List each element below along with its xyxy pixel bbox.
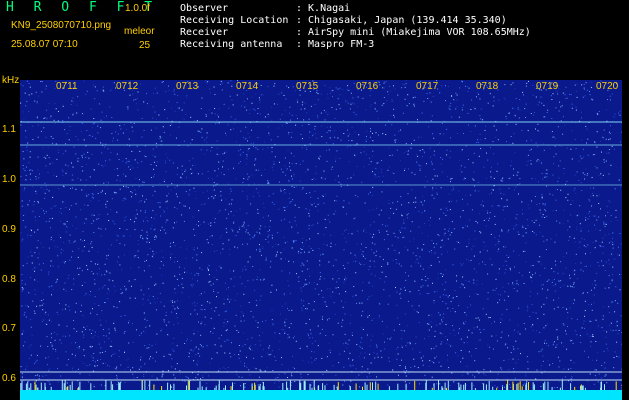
y-tick-0-8: 0.8	[2, 274, 16, 285]
bottom-spikes	[20, 380, 622, 390]
x-tick-0719: 0719	[536, 81, 559, 92]
receiver-label: Receiver	[180, 27, 229, 38]
y-tick-0-7: 0.7	[2, 323, 16, 334]
spectrogram-canvas	[20, 80, 622, 400]
y-tick-1-0: 1.0	[2, 174, 16, 185]
x-tick-0711: 0711	[56, 81, 78, 92]
antenna-value: : Maspro FM-3	[296, 39, 375, 50]
x-tick-0716: 0716	[356, 81, 379, 92]
y-unit-label: kHz	[2, 75, 20, 86]
x-tick-0713: 0713	[176, 81, 199, 92]
version-label: 1.0.0f	[125, 3, 151, 14]
mode-label: meleor	[124, 26, 155, 37]
x-tick-0720: 0720	[596, 81, 619, 92]
location-value: : Chigasaki, Japan (139.414 35.340)	[296, 15, 507, 26]
x-tick-0714: 0714	[236, 81, 259, 92]
bottom-band	[20, 390, 622, 400]
datetime-label: 25.08.07 07:10	[11, 39, 78, 50]
y-tick-1-1: 1.1	[2, 124, 16, 135]
x-tick-0715: 0715	[296, 81, 319, 92]
noise-texture	[20, 80, 622, 389]
y-tick-0-6: 0.6	[2, 373, 16, 384]
y-tick-0-9: 0.9	[2, 224, 16, 235]
filename-label: KN9_2508070710.png	[11, 20, 112, 31]
header-panel: H R O F F T 1.0.0f KN9_2508070710.png me…	[0, 0, 629, 72]
count-label: 25	[139, 40, 151, 51]
observer-value: : K.Nagai	[296, 3, 351, 14]
location-label: Receiving Location	[180, 15, 289, 26]
observer-label: Observer	[180, 3, 229, 14]
x-tick-0717: 0717	[416, 81, 439, 92]
antenna-label: Receiving antenna	[180, 39, 283, 50]
receiver-value: : AirSpy mini (Miakejima VOR 108.65MHz)	[296, 27, 531, 38]
spectrogram-plot	[20, 80, 622, 400]
x-tick-0712: 0712	[116, 81, 139, 92]
x-tick-0718: 0718	[476, 81, 499, 92]
